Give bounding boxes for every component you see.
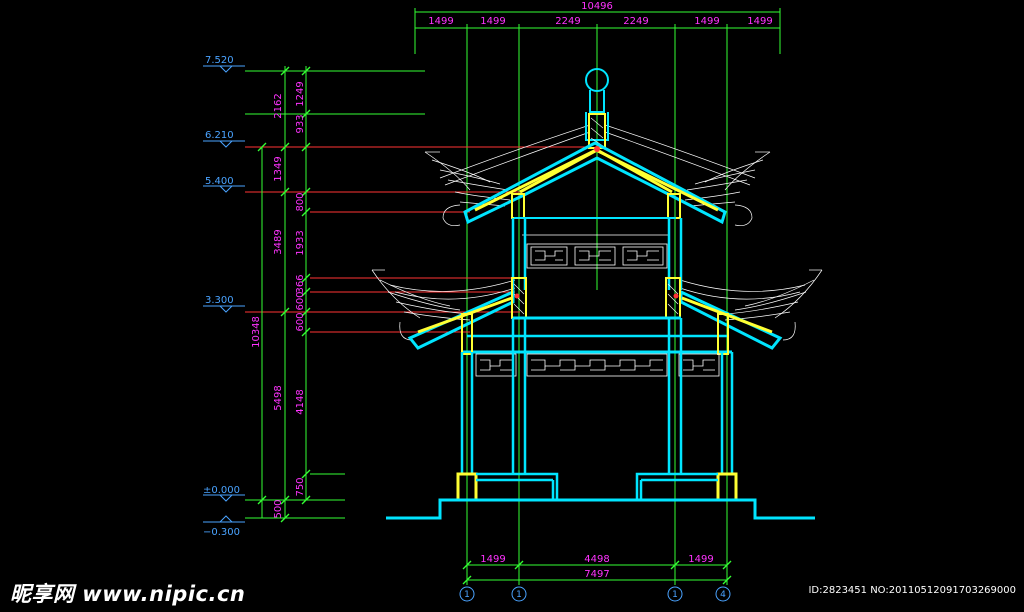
dim-10348: 10348	[251, 316, 262, 348]
grid-label-a: 1	[464, 590, 470, 600]
level-0000: ±0.000	[203, 485, 240, 496]
dim-933: 933	[295, 114, 306, 133]
grid-axis-bubbles	[459, 586, 731, 602]
level-minus-0300: −0.300	[203, 527, 240, 538]
dim-500: 500	[273, 499, 284, 518]
level-6210: 6.210	[205, 130, 234, 141]
top-dim-6: 1499	[747, 16, 772, 27]
level-3300: 3.300	[205, 295, 234, 306]
dim-1933: 1933	[295, 230, 306, 255]
lower-columns	[460, 318, 734, 474]
top-dim-2: 1499	[480, 16, 505, 27]
top-dim-5: 1499	[694, 16, 719, 27]
dim-5498: 5498	[273, 385, 284, 410]
bottom-dim-1: 1499	[480, 554, 505, 565]
level-7520: 7.520	[205, 55, 234, 66]
grid-label-d: 4	[720, 590, 726, 600]
site-watermark: 昵享网 www.nipic.cn	[10, 582, 246, 606]
top-dim-4: 2249	[623, 16, 648, 27]
bottom-dim-3: 1499	[688, 554, 713, 565]
dim-800: 800	[295, 192, 306, 211]
dim-600-b: 600	[295, 312, 306, 331]
dim-4148: 4148	[295, 389, 306, 414]
dim-1249: 1249	[295, 81, 306, 106]
bottom-total-dimension: 7497	[584, 569, 609, 580]
grid-label-b: 1	[516, 590, 522, 600]
dim-1349: 1349	[273, 156, 284, 181]
top-total-dimension: 10496	[581, 1, 613, 12]
top-dim-1: 1499	[428, 16, 453, 27]
pavilion-section-drawing: 10496 1499 1499 2249 2249 1499 1499 7.52…	[203, 1, 823, 602]
grid-label-c: 1	[672, 590, 678, 600]
top-dim-3: 2249	[555, 16, 580, 27]
bottom-dim-2: 4498	[584, 554, 609, 565]
column-bases	[456, 472, 738, 502]
image-id-label: ID:2823451 NO:20110512091703269000	[808, 585, 1016, 596]
platform	[386, 498, 815, 520]
upper-roof-section	[463, 141, 727, 236]
dim-366: 366	[295, 274, 306, 293]
level-5400: 5.400	[205, 176, 234, 187]
dim-600-a: 600	[295, 291, 306, 310]
dim-750: 750	[295, 477, 306, 496]
dim-2162: 2162	[273, 93, 284, 118]
dim-3489: 3489	[273, 229, 284, 254]
